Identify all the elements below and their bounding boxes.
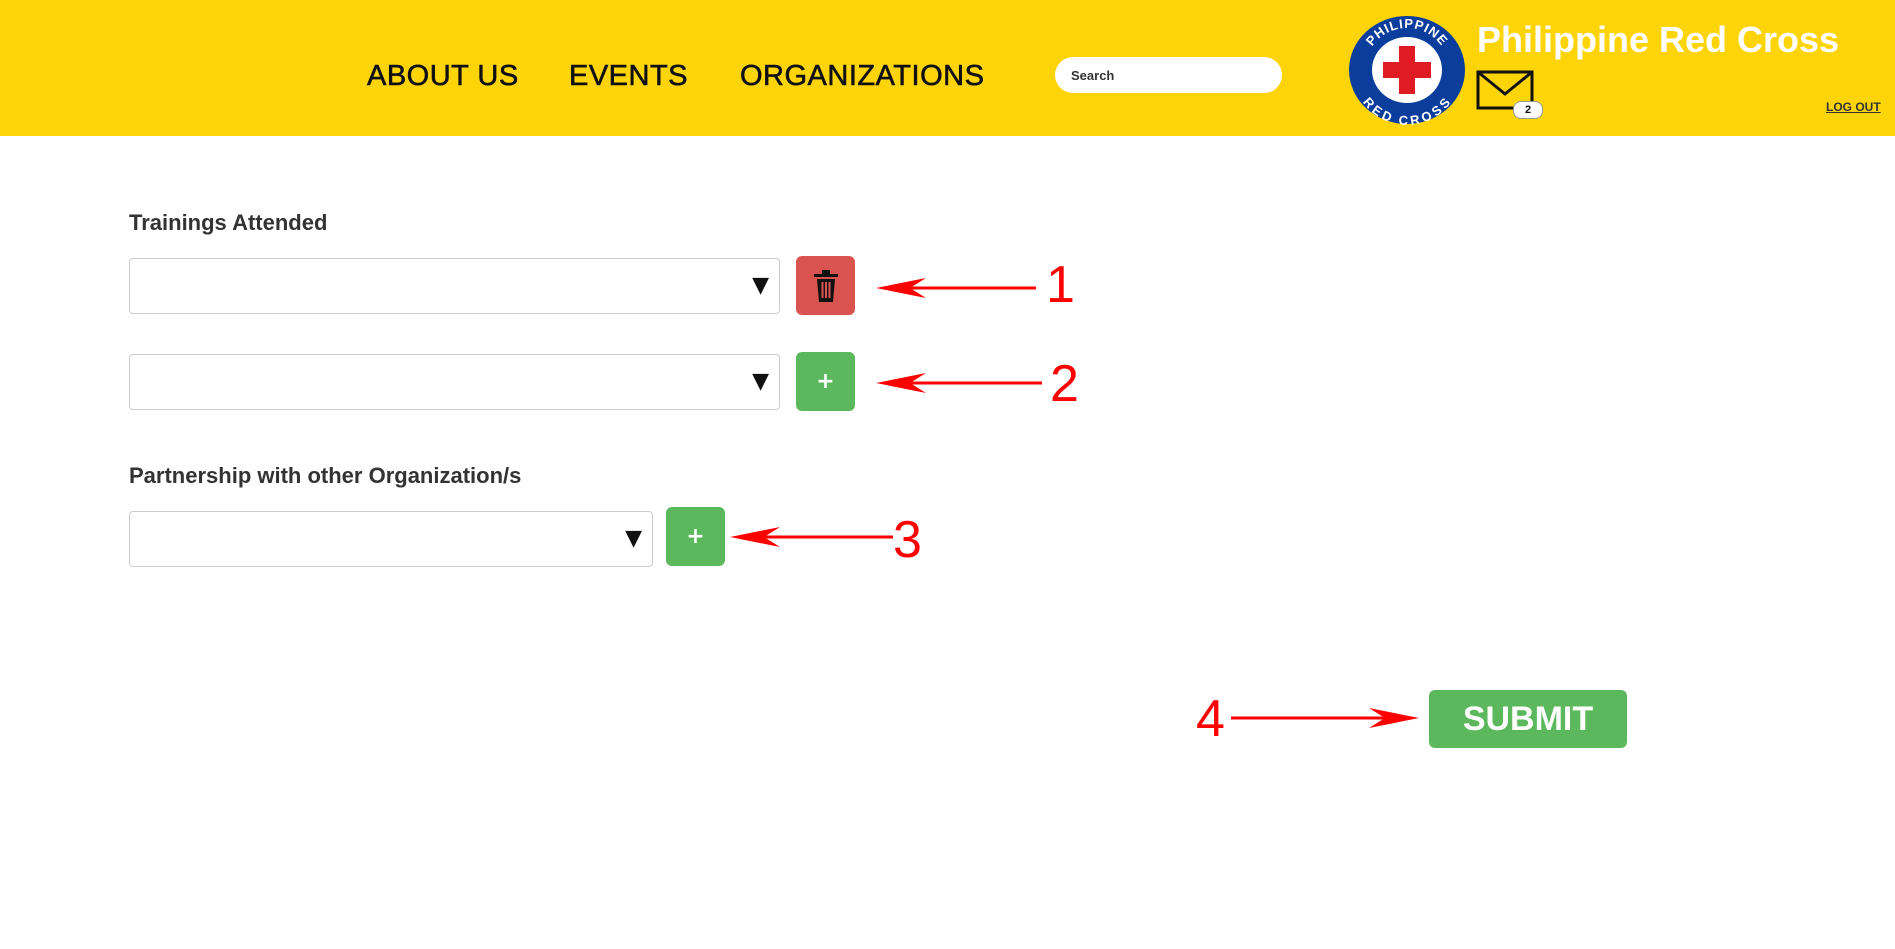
annotation-arrowhead-4 bbox=[1369, 708, 1419, 728]
trash-icon bbox=[813, 269, 838, 302]
add-training-button[interactable]: + bbox=[796, 352, 855, 411]
training-select-1[interactable]: ▼ bbox=[129, 258, 780, 314]
delete-training-button[interactable] bbox=[796, 256, 855, 315]
submit-button[interactable]: SUBMIT bbox=[1429, 690, 1627, 748]
nav-events[interactable]: EVENTS bbox=[569, 58, 688, 94]
caret-down-icon: ▼ bbox=[752, 369, 769, 394]
annotation-arrowhead-2 bbox=[876, 373, 926, 393]
trainings-label: Trainings Attended bbox=[129, 210, 328, 235]
training-select-2[interactable]: ▼ bbox=[129, 354, 780, 410]
brand-name: Philippine Red Cross bbox=[1477, 19, 1840, 60]
caret-down-icon: ▼ bbox=[625, 526, 642, 551]
partnership-select[interactable]: ▼ bbox=[129, 511, 653, 567]
partnership-label: Partnership with other Organization/s bbox=[129, 463, 522, 488]
annotation-arrowhead-3 bbox=[730, 527, 780, 547]
logout-link[interactable]: LOG OUT bbox=[1826, 100, 1881, 114]
plus-icon: + bbox=[686, 524, 705, 549]
caret-down-icon: ▼ bbox=[752, 273, 769, 298]
annotation-number-4: 4 bbox=[1196, 690, 1225, 748]
add-partnership-button[interactable]: + bbox=[666, 507, 725, 566]
nav-organizations[interactable]: ORGANIZATIONS bbox=[740, 58, 985, 94]
annotation-number-1: 1 bbox=[1046, 256, 1075, 314]
search-input[interactable] bbox=[1055, 57, 1282, 93]
annotation-arrowhead-1 bbox=[876, 278, 926, 298]
plus-icon: + bbox=[816, 369, 835, 394]
annotation-number-3: 3 bbox=[893, 511, 922, 569]
annotation-number-2: 2 bbox=[1050, 355, 1079, 413]
mail-count-badge: 2 bbox=[1513, 101, 1543, 119]
red-cross-logo: PHILIPPINE RED CROSS bbox=[1349, 16, 1465, 125]
nav-about-us[interactable]: ABOUT US bbox=[367, 58, 519, 94]
